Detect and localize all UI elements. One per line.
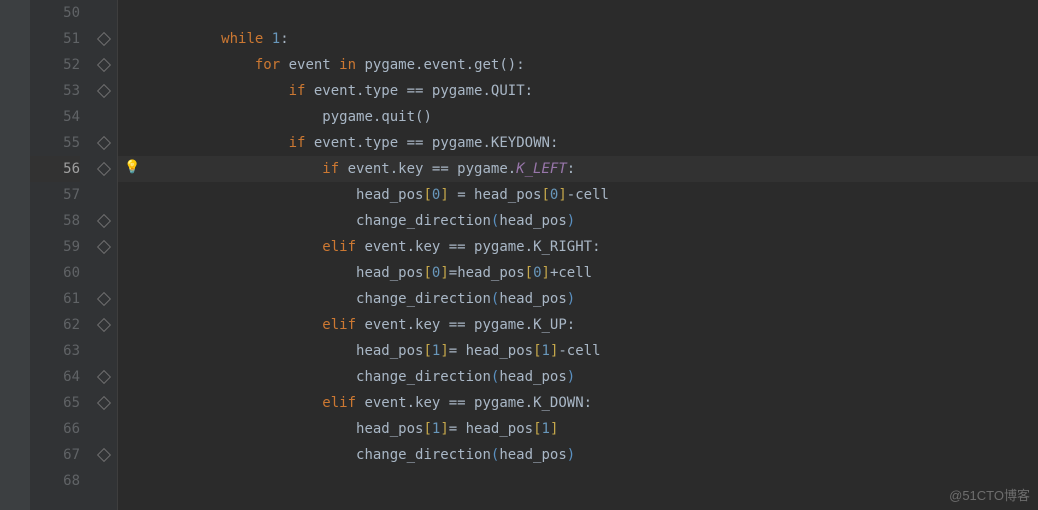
line-number[interactable]: 54 — [30, 104, 80, 130]
fold-marker-icon[interactable] — [97, 396, 111, 410]
line-number[interactable]: 62 — [30, 312, 80, 338]
code-line[interactable]: elif event.key == pygame.K_DOWN: — [118, 390, 1038, 416]
code-editor[interactable]: 50515253545556575859606162636465666768 w… — [0, 0, 1038, 510]
line-number[interactable]: 63 — [30, 338, 80, 364]
intention-bulb-icon[interactable]: 💡 — [124, 160, 140, 175]
line-number[interactable]: 67 — [30, 442, 80, 468]
line-number[interactable]: 57 — [30, 182, 80, 208]
line-number[interactable]: 68 — [30, 468, 80, 494]
code-line[interactable]: head_pos[1]= head_pos[1] — [118, 416, 1038, 442]
code-line[interactable] — [118, 0, 1038, 26]
line-number[interactable]: 50 — [30, 0, 80, 26]
code-line[interactable]: while 1: — [118, 26, 1038, 52]
code-area[interactable]: while 1: for event in pygame.event.get()… — [118, 0, 1038, 510]
fold-marker-icon[interactable] — [97, 292, 111, 306]
code-line[interactable]: head_pos[0] = head_pos[0]-cell — [118, 182, 1038, 208]
line-number[interactable]: 59 — [30, 234, 80, 260]
fold-marker-icon[interactable] — [97, 318, 111, 332]
line-number[interactable]: 64 — [30, 364, 80, 390]
line-number[interactable]: 66 — [30, 416, 80, 442]
code-line[interactable]: head_pos[0]=head_pos[0]+cell — [118, 260, 1038, 286]
line-number[interactable]: 51 — [30, 26, 80, 52]
code-line[interactable]: elif event.key == pygame.K_UP: — [118, 312, 1038, 338]
code-line[interactable]: change_direction(head_pos) — [118, 364, 1038, 390]
watermark-label: @51CTO博客 — [949, 485, 1030, 504]
line-number[interactable]: 55 — [30, 130, 80, 156]
code-line[interactable]: if event.key == pygame.K_LEFT: — [118, 156, 1038, 182]
code-line[interactable]: for event in pygame.event.get(): — [118, 52, 1038, 78]
fold-marker-icon[interactable] — [97, 370, 111, 384]
line-number[interactable]: 56 — [30, 156, 80, 182]
fold-marker-icon[interactable] — [97, 240, 111, 254]
fold-marker-icon[interactable] — [97, 162, 111, 176]
fold-marker-icon[interactable] — [97, 84, 111, 98]
line-number[interactable]: 61 — [30, 286, 80, 312]
breakpoint-rail[interactable] — [0, 0, 30, 510]
fold-column[interactable] — [90, 0, 118, 510]
fold-marker-icon[interactable] — [97, 32, 111, 46]
fold-marker-icon[interactable] — [97, 136, 111, 150]
fold-marker-icon[interactable] — [97, 214, 111, 228]
fold-marker-icon[interactable] — [97, 58, 111, 72]
line-number[interactable]: 60 — [30, 260, 80, 286]
code-line[interactable] — [118, 468, 1038, 494]
line-number[interactable]: 65 — [30, 390, 80, 416]
code-line[interactable]: change_direction(head_pos) — [118, 442, 1038, 468]
code-line[interactable]: if event.type == pygame.KEYDOWN: — [118, 130, 1038, 156]
code-line[interactable]: if event.type == pygame.QUIT: — [118, 78, 1038, 104]
code-line[interactable]: change_direction(head_pos) — [118, 208, 1038, 234]
code-line[interactable]: head_pos[1]= head_pos[1]-cell — [118, 338, 1038, 364]
fold-marker-icon[interactable] — [97, 448, 111, 462]
code-line[interactable]: change_direction(head_pos) — [118, 286, 1038, 312]
code-line[interactable]: elif event.key == pygame.K_RIGHT: — [118, 234, 1038, 260]
line-number[interactable]: 52 — [30, 52, 80, 78]
code-line[interactable]: pygame.quit() — [118, 104, 1038, 130]
line-number[interactable]: 53 — [30, 78, 80, 104]
line-number[interactable]: 58 — [30, 208, 80, 234]
line-number-gutter[interactable]: 50515253545556575859606162636465666768 — [30, 0, 90, 510]
